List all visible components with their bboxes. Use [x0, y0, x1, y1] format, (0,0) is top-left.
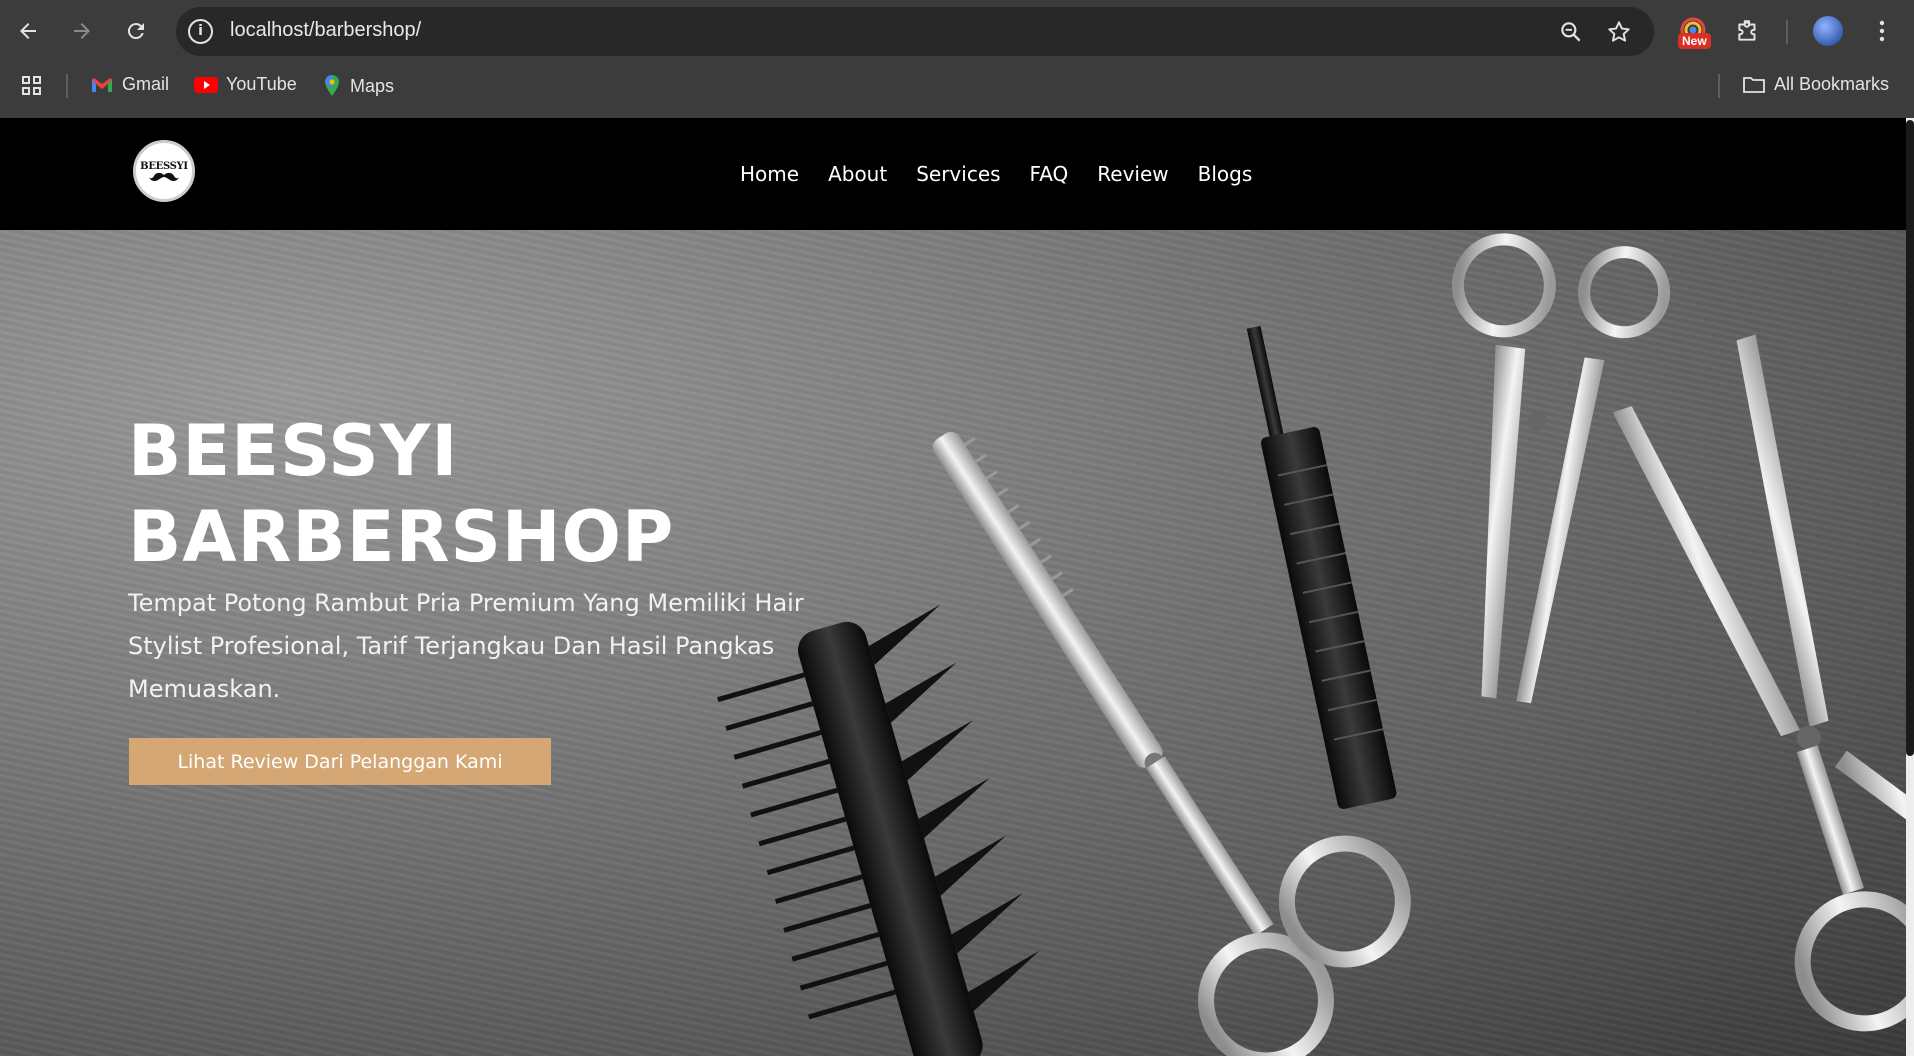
back-icon[interactable]: [10, 13, 46, 49]
bookmarks-divider: [66, 74, 68, 98]
web-page: BEESSYI Home About Services FAQ Review B…: [0, 118, 1906, 1056]
zoom-icon[interactable]: [1558, 19, 1584, 45]
mustache-icon: [149, 172, 179, 181]
nav-blogs[interactable]: Blogs: [1198, 162, 1253, 186]
menu-kebab-icon[interactable]: [1864, 13, 1900, 49]
hero-title-line1: BEESSYI: [128, 410, 459, 492]
bookmark-youtube[interactable]: YouTube: [194, 74, 297, 95]
nav-faq[interactable]: FAQ: [1030, 162, 1069, 186]
new-badge: New: [1678, 33, 1711, 49]
bookmarks-divider: [1718, 74, 1720, 98]
main-nav: Home About Services FAQ Review Blogs: [740, 162, 1252, 186]
scissors-top: [1451, 233, 1671, 704]
browser-chrome: i localhost/barbershop/ New Gmail YouTub…: [0, 0, 1914, 118]
scrollbar-thumb[interactable]: [1906, 120, 1914, 756]
hero-subtitle: Tempat Potong Rambut Pria Premium Yang M…: [128, 589, 804, 703]
maps-icon: [325, 75, 339, 96]
address-bar[interactable]: i localhost/barbershop/: [176, 7, 1654, 56]
profile-avatar[interactable]: [1813, 16, 1843, 46]
bookmark-star-icon[interactable]: [1606, 19, 1632, 45]
browser-toolbar: i localhost/barbershop/ New: [0, 0, 1914, 62]
bookmark-maps[interactable]: Maps: [322, 74, 394, 98]
toolbar-divider: [1786, 20, 1788, 44]
hero-title: BEESSYI BARBERSHOP: [128, 408, 828, 580]
nav-services[interactable]: Services: [916, 162, 1000, 186]
nav-home[interactable]: Home: [740, 162, 799, 186]
bookmark-label: Gmail: [122, 74, 170, 94]
site-logo[interactable]: BEESSYI: [133, 140, 195, 202]
site-info-icon[interactable]: i: [188, 19, 213, 44]
hero-title-line2: BARBERSHOP: [128, 496, 675, 578]
extensions-puzzle-icon[interactable]: [1730, 13, 1766, 49]
nav-about[interactable]: About: [828, 162, 887, 186]
url-text: localhost/barbershop/: [230, 19, 422, 41]
logo-text: BEESSYI: [140, 160, 188, 172]
youtube-icon: [194, 76, 218, 93]
all-bookmarks-label: All Bookmarks: [1774, 74, 1890, 94]
bookmark-label: Maps: [350, 75, 395, 96]
apps-grid-icon[interactable]: [20, 74, 44, 98]
gmail-icon: [92, 77, 112, 92]
site-header: BEESSYI Home About Services FAQ Review B…: [0, 118, 1906, 230]
bookmarks-bar: Gmail YouTube Maps All Bookmarks: [0, 68, 1914, 104]
bookmark-label: YouTube: [226, 74, 297, 94]
hero-section: BEESSYI BARBERSHOP Tempat Potong Rambut …: [0, 230, 1906, 1056]
forward-icon[interactable]: [64, 13, 100, 49]
page-scrollbar[interactable]: [1906, 118, 1914, 1056]
tail-comb: [1246, 325, 1397, 810]
review-cta-button[interactable]: Lihat Review Dari Pelanggan Kami: [129, 738, 551, 785]
all-bookmarks[interactable]: All Bookmarks: [1742, 74, 1889, 95]
folder-icon: [1743, 76, 1765, 93]
reload-icon[interactable]: [118, 13, 154, 49]
bookmark-gmail[interactable]: Gmail: [90, 74, 169, 95]
scissors-right: [1612, 334, 1906, 1032]
nav-review[interactable]: Review: [1097, 162, 1168, 186]
